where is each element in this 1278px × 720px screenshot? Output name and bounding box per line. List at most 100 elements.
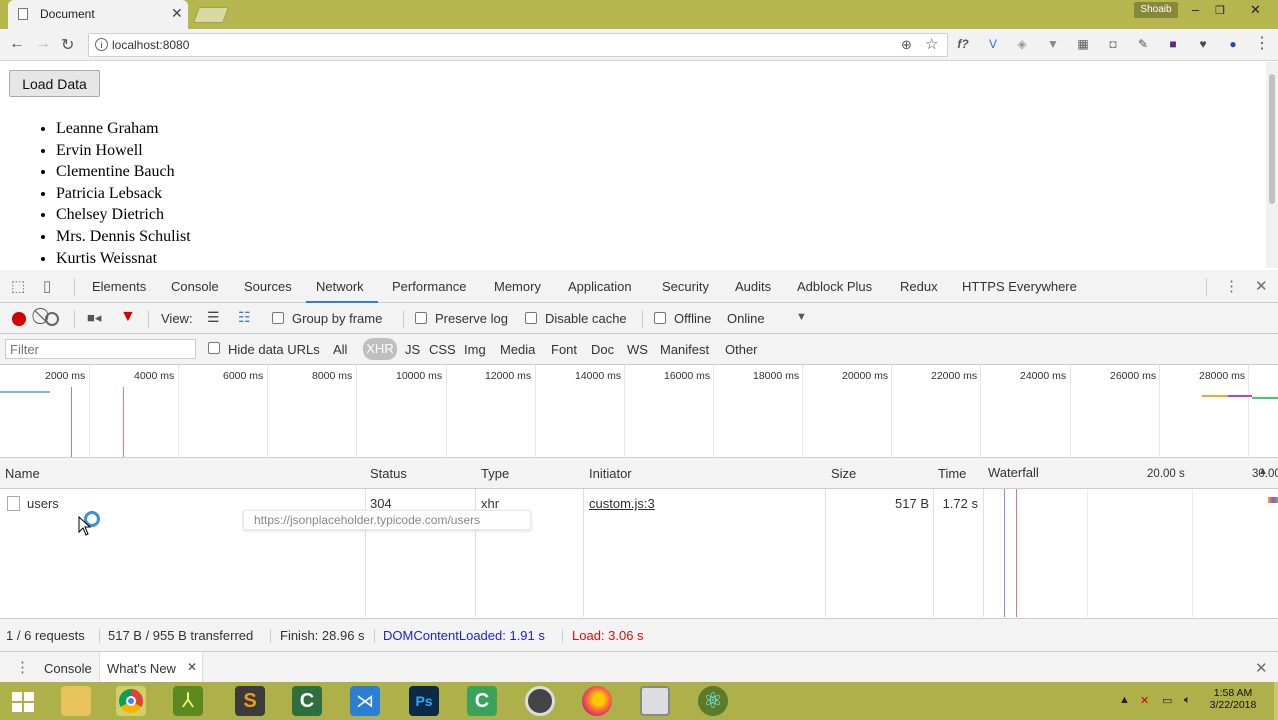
- extension-filter-icon[interactable]: ▼: [1045, 36, 1061, 52]
- extension-formula-icon[interactable]: f?: [955, 36, 971, 52]
- filter-type-all[interactable]: All: [333, 342, 347, 357]
- drawer-menu-icon[interactable]: ⋮: [15, 658, 30, 676]
- column-name[interactable]: Name: [5, 466, 40, 481]
- hide-data-urls-checkbox[interactable]: [208, 342, 220, 354]
- devtools-close-icon[interactable]: ✕: [1255, 277, 1268, 295]
- filter-icon[interactable]: ▼: [120, 308, 136, 326]
- tray-expand-icon[interactable]: ▲: [1119, 694, 1130, 706]
- list-view-icon[interactable]: ☰: [207, 309, 220, 326]
- network-overview[interactable]: 2000 ms 4000 ms 6000 ms 8000 ms 10000 ms…: [0, 365, 1278, 458]
- disable-cache-label[interactable]: Disable cache: [545, 311, 627, 326]
- show-desktop-button[interactable]: [1274, 682, 1278, 720]
- offline-label[interactable]: Offline: [674, 311, 711, 326]
- capture-screenshots-icon[interactable]: ■◂: [87, 310, 101, 326]
- group-by-frame-label[interactable]: Group by frame: [292, 311, 382, 326]
- file-explorer-icon[interactable]: [61, 686, 91, 716]
- extension-blue-circle-icon[interactable]: ●: [1225, 36, 1241, 52]
- filter-type-media[interactable]: Media: [500, 342, 535, 357]
- filter-type-manifest[interactable]: Manifest: [660, 342, 709, 357]
- snipping-tool-icon[interactable]: [640, 686, 670, 716]
- tray-volume-icon[interactable]: 🔈︎: [1184, 694, 1191, 707]
- hide-data-urls-label[interactable]: Hide data URLs: [228, 342, 320, 357]
- browser-tab[interactable]: Document ✕: [8, 0, 188, 29]
- restore-icon[interactable]: ❐: [1215, 4, 1225, 17]
- table-row[interactable]: users 304 xhr custom.js:3 517 B 1.72 s: [0, 489, 1278, 517]
- waterfall-view-icon[interactable]: ☷: [238, 309, 251, 326]
- forward-icon[interactable]: →: [35, 35, 51, 53]
- tab-application[interactable]: Application: [568, 279, 632, 294]
- tab-audits[interactable]: Audits: [735, 279, 771, 294]
- tab-network[interactable]: Network: [316, 279, 364, 294]
- zoom-icon[interactable]: ⊕: [901, 37, 912, 53]
- extension-grid-icon[interactable]: ▦: [1075, 36, 1091, 52]
- drawer-tab-close-icon[interactable]: ✕: [187, 660, 197, 674]
- bookmark-star-icon[interactable]: ☆: [925, 35, 938, 53]
- profile-name[interactable]: Shoaib: [1134, 2, 1178, 18]
- drawer-tab-console[interactable]: Console: [44, 661, 92, 676]
- filter-type-doc[interactable]: Doc: [591, 342, 614, 357]
- new-tab-button[interactable]: [193, 7, 229, 23]
- atom-icon[interactable]: ⚛: [698, 686, 728, 716]
- request-name[interactable]: users: [27, 496, 59, 511]
- back-icon[interactable]: ←: [9, 35, 25, 53]
- photoshop-icon[interactable]: Ps: [409, 686, 439, 716]
- scrollbar-thumb[interactable]: [1269, 74, 1275, 204]
- extension-shield-icon[interactable]: ◈: [1014, 36, 1030, 52]
- filter-input[interactable]: [5, 339, 196, 359]
- tab-sources[interactable]: Sources: [244, 279, 292, 294]
- tab-console[interactable]: Console: [171, 279, 219, 294]
- filter-type-js[interactable]: JS: [405, 342, 420, 357]
- extension-purple-icon[interactable]: ■: [1165, 36, 1181, 52]
- drawer-close-icon[interactable]: ✕: [1255, 659, 1268, 677]
- reload-icon[interactable]: ↻: [61, 35, 74, 55]
- camtasia-studio-icon[interactable]: C: [467, 686, 497, 716]
- info-icon[interactable]: i: [95, 38, 108, 51]
- throttle-select[interactable]: Online: [727, 311, 765, 326]
- address-url[interactable]: localhost:8080: [112, 38, 189, 52]
- camtasia-recorder-icon[interactable]: C: [292, 686, 322, 716]
- tab-performance[interactable]: Performance: [392, 279, 466, 294]
- column-initiator[interactable]: Initiator: [589, 466, 632, 481]
- address-bar[interactable]: i localhost:8080 ⊕ ☆: [88, 33, 948, 57]
- offline-checkbox[interactable]: [654, 312, 666, 324]
- filter-type-xhr[interactable]: XHR: [363, 338, 397, 360]
- tray-battery-icon[interactable]: ▭: [1162, 694, 1172, 707]
- tab-elements[interactable]: Elements: [92, 279, 146, 294]
- record-icon[interactable]: [12, 312, 26, 326]
- tab-close-icon[interactable]: ✕: [171, 5, 183, 22]
- window-close-icon[interactable]: ✕: [1250, 2, 1261, 18]
- chevron-down-icon[interactable]: ▼: [796, 311, 807, 323]
- extension-camera-icon[interactable]: ◘: [1105, 36, 1121, 52]
- camtasia-icon[interactable]: ⅄: [173, 686, 203, 716]
- filter-type-other[interactable]: Other: [725, 342, 758, 357]
- extension-eyedropper-icon[interactable]: ✎: [1135, 36, 1151, 52]
- filter-type-ws[interactable]: WS: [627, 342, 648, 357]
- inspect-element-icon[interactable]: ⬚: [11, 277, 25, 295]
- load-data-button[interactable]: Load Data: [9, 70, 100, 97]
- extension-v-icon[interactable]: V: [985, 36, 1001, 52]
- drawer-tab-whats-new-label[interactable]: What's New: [107, 661, 176, 676]
- chrome-taskbar-button[interactable]: [116, 686, 146, 716]
- github-icon[interactable]: [525, 686, 555, 716]
- drawer-tab-whats-new[interactable]: What's New ✕: [99, 652, 203, 683]
- column-size[interactable]: Size: [831, 466, 856, 481]
- page-scrollbar[interactable]: [1266, 62, 1278, 268]
- request-initiator-link[interactable]: custom.js:3: [589, 496, 655, 511]
- extension-pocket-icon[interactable]: ♥: [1195, 36, 1211, 52]
- sublime-text-icon[interactable]: S: [235, 686, 265, 716]
- filter-type-img[interactable]: Img: [464, 342, 486, 357]
- column-status[interactable]: Status: [370, 466, 407, 481]
- windows-start-icon[interactable]: [12, 692, 34, 712]
- column-waterfall[interactable]: Waterfall: [988, 465, 1039, 480]
- filter-type-css[interactable]: CSS: [429, 342, 456, 357]
- column-time[interactable]: Time: [938, 466, 966, 481]
- tab-memory[interactable]: Memory: [494, 279, 541, 294]
- column-type[interactable]: Type: [481, 466, 509, 481]
- browser-menu-icon[interactable]: ⋮: [1254, 36, 1270, 52]
- clear-icon[interactable]: [45, 312, 59, 326]
- preserve-log-label[interactable]: Preserve log: [435, 311, 508, 326]
- taskbar-clock[interactable]: 1:58 AM 3/22/2018: [1208, 687, 1258, 711]
- disable-cache-checkbox[interactable]: [525, 312, 537, 324]
- firefox-icon[interactable]: [582, 686, 612, 716]
- minimize-icon[interactable]: –: [1192, 2, 1199, 17]
